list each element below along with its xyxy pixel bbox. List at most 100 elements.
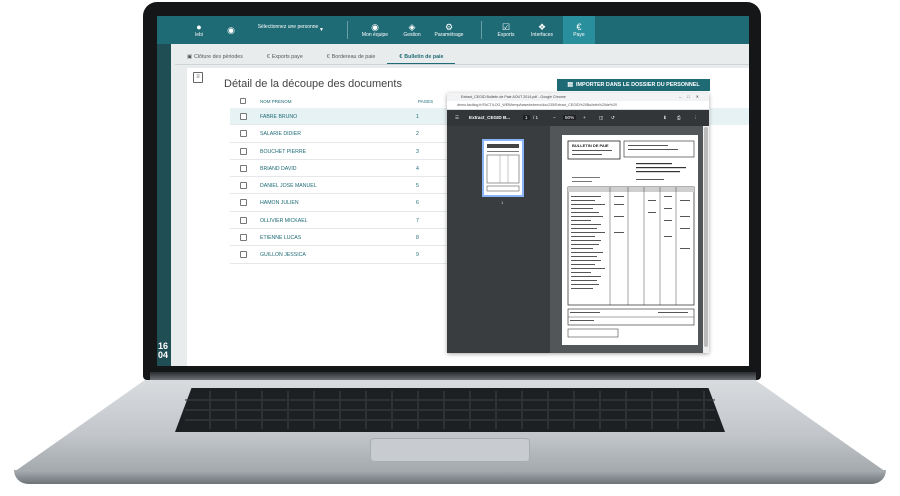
user-button[interactable]: ● lebi (187, 16, 211, 44)
pdf-viewer-window[interactable]: Extract_CEGID Bulletin de Paie AOUT 2014… (447, 93, 709, 353)
row-checkbox[interactable] (240, 147, 247, 155)
euro-icon: € (399, 54, 403, 60)
doc-heading: BULLETIN DE PAIE (572, 143, 609, 148)
document-icon: ▤ (567, 82, 573, 88)
row-checkbox[interactable] (240, 251, 247, 259)
document-icon[interactable]: ≡ (193, 72, 203, 83)
row-checkbox[interactable] (240, 164, 247, 172)
zoom-level[interactable]: 50% (563, 115, 577, 120)
person-selector[interactable]: Sélectionnez une personne (252, 24, 324, 30)
table-row[interactable]: BOUCHET PIERRE 3 (230, 143, 452, 160)
thumbnail-page-number: 1 (501, 200, 504, 205)
table-row[interactable]: DANIEL JOSE MANUEL 5 (230, 177, 452, 195)
page-title: Détail de la découpe des documents (224, 78, 402, 90)
nav-item-exports[interactable]: ☑ Exports (491, 16, 521, 44)
table-row[interactable]: SALARIE DIDIER 2 (230, 125, 452, 143)
row-checkbox[interactable] (240, 199, 247, 207)
page-thumbnail[interactable] (482, 139, 524, 197)
nav-item-mon-equipe[interactable]: ◉ Mon équipe (357, 16, 393, 44)
laptop-base-edge (14, 470, 886, 484)
table-row[interactable]: ETIENNE LUCAS 8 (230, 229, 452, 247)
fit-page-icon[interactable]: ◫ (599, 115, 603, 121)
tab-bulletin-paie[interactable]: € Bulletin de paie (387, 52, 456, 64)
nav-divider (347, 21, 348, 39)
laptop-mockup: ● lebi ◉ Sélectionnez une personne ▼ ◉ M… (0, 0, 900, 496)
row-checkbox[interactable] (240, 130, 247, 138)
table-header: NOM PRENOM PAGES (230, 96, 450, 108)
window-title: Extract_CEGID Bulletin de Paie AOUT 2014… (447, 93, 709, 101)
row-checkbox[interactable] (240, 216, 247, 224)
nav-item-interfaces[interactable]: ❖ Interfaces (525, 16, 559, 44)
pdf-scrollbar-thumb[interactable] (704, 127, 708, 347)
calendar-icon: ▣ (187, 54, 193, 60)
gear-icon: ⚙ (444, 22, 454, 32)
page-number: 3 (416, 148, 419, 155)
payslip-document: BULLETIN DE PAIE (567, 140, 695, 338)
nav-item-label: Exports (497, 32, 515, 38)
close-icon[interactable]: ✕ (696, 94, 705, 99)
select-all-checkbox[interactable] (240, 98, 246, 104)
page-number: 2 (416, 131, 419, 138)
url-bar[interactable]: demo.factilog.fr/FACTILOG_WEB/temp/based… (447, 101, 709, 110)
thumbnail-preview (486, 144, 520, 192)
nav-item-label: Paramétrage (434, 32, 464, 38)
top-navigation-bar: ● lebi ◉ Sélectionnez une personne ▼ ◉ M… (157, 16, 749, 44)
rail-clock: 16 04 (158, 342, 168, 360)
pdf-toolbar: ☰ Extract_CEGID B... 1 / 1 − 50% + ◫ ↺ ⬇… (447, 110, 709, 126)
nav-item-paye[interactable]: € Paye (563, 16, 595, 44)
row-checkbox[interactable] (240, 234, 247, 242)
tab-cloture-periodes[interactable]: ▣ Clôture des périodes (175, 52, 255, 64)
table-row[interactable]: HAMON JULIEN 6 (230, 194, 452, 212)
page-number-input[interactable]: 1 (523, 115, 530, 120)
puzzle-icon: ❖ (537, 22, 547, 32)
employee-name: SALARIE DIDIER (260, 131, 301, 138)
nav-item-label: Paye (573, 32, 585, 38)
table-row[interactable]: OLLIVIER MICKAEL 7 (230, 212, 452, 230)
table-row[interactable]: BRIAND DAVID 4 (230, 160, 452, 178)
rail-clock-minute: 04 (158, 350, 169, 360)
nav-item-parametrage[interactable]: ⚙ Paramétrage (431, 16, 467, 44)
touchpad (370, 438, 530, 462)
row-checkbox[interactable] (240, 182, 247, 190)
rotate-icon[interactable]: ↺ (611, 115, 615, 121)
euro-icon: € (266, 54, 270, 60)
more-options-icon[interactable]: ⋮ (693, 115, 698, 121)
tab-exports-paye[interactable]: € Exports paye (255, 52, 315, 64)
zoom-out-icon[interactable]: − (553, 115, 556, 120)
page-number: 9 (416, 252, 419, 259)
page-number: 1 (416, 114, 419, 120)
minimize-icon[interactable]: – (679, 94, 687, 99)
chevron-down-icon[interactable]: ▼ (319, 27, 324, 33)
tab-label: Clôture des périodes (194, 54, 243, 60)
euro-icon: € (576, 22, 582, 32)
pdf-title: Extract_CEGID B... (469, 115, 511, 120)
column-header-pages[interactable]: PAGES (418, 99, 433, 104)
table-row[interactable]: FABRE BRUNO 1 (230, 108, 452, 126)
avatar[interactable]: ◉ (221, 16, 241, 44)
nav-item-gestion[interactable]: ◈ Gestion (397, 16, 427, 44)
nav-item-label: Interfaces (531, 32, 553, 38)
team-icon: ◉ (371, 22, 379, 32)
menu-icon[interactable]: ☰ (455, 115, 459, 121)
tab-bordereau-paie[interactable]: € Bordereau de paie (315, 52, 388, 64)
download-icon[interactable]: ⬇ (663, 115, 667, 121)
table-row[interactable]: GUILLON JESSICA 9 (230, 246, 452, 264)
employee-name: BRIAND DAVID (260, 165, 297, 172)
import-to-personnel-file-button[interactable]: ▤ IMPORTER DANS LE DOSSIER DU PERSONNEL (557, 79, 710, 91)
print-icon[interactable]: ⎙ (677, 115, 681, 120)
zoom-in-icon[interactable]: + (583, 115, 586, 120)
employee-name: BOUCHET PIERRE (260, 148, 307, 155)
employee-name: FABRE BRUNO (260, 114, 298, 120)
page-number: 6 (416, 200, 419, 207)
tab-label: Bulletin de paie (404, 54, 444, 60)
row-checkbox[interactable] (240, 113, 247, 120)
keyboard-keys (185, 391, 715, 429)
maximize-icon[interactable]: □ (687, 94, 695, 99)
column-header-name[interactable]: NOM PRENOM (260, 99, 292, 104)
pdf-page: BULLETIN DE PAIE (562, 135, 698, 345)
euro-icon: € (326, 54, 330, 60)
window-controls[interactable]: –□✕ (679, 93, 705, 101)
selected-row-highlight (710, 108, 749, 125)
tab-label: Exports paye (271, 54, 303, 60)
left-rail: 16 04 (157, 44, 171, 366)
